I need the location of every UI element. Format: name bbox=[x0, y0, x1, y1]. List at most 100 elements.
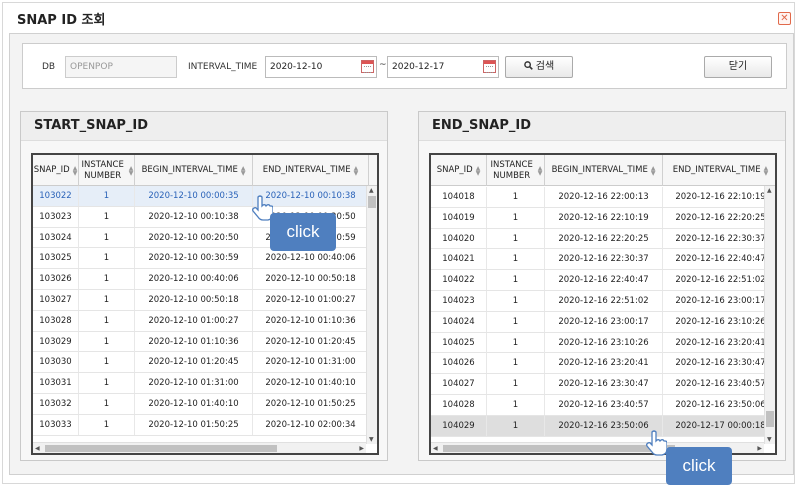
sort-icon[interactable]: ▲ ▼ bbox=[241, 165, 246, 176]
end-interval-time-cell: 2020-12-16 23:40:57 bbox=[663, 374, 775, 394]
table-row[interactable]: 104019 1 2020-12-16 22:10:19 2020-12-16 22:… bbox=[431, 207, 775, 229]
end-date-field[interactable]: 2020-12-17 bbox=[387, 56, 499, 78]
search-button-label: 검색 bbox=[535, 61, 555, 72]
scroll-left-icon[interactable]: ◀ bbox=[433, 445, 438, 452]
column-header[interactable]: BEGIN_INTERVAL_TIME ▲ ▼ bbox=[545, 155, 663, 186]
scroll-up-icon[interactable]: ▲ bbox=[767, 187, 772, 194]
table-row[interactable]: 104022 1 2020-12-16 22:40:47 2020-12-16 22:… bbox=[431, 270, 775, 291]
table-row[interactable]: 103032 1 2020-12-10 01:40:10 2020-12-10 01:… bbox=[33, 394, 369, 415]
scroll-right-icon[interactable]: ▶ bbox=[757, 445, 762, 452]
begin-interval-time-cell: 2020-12-16 22:10:19 bbox=[545, 207, 663, 228]
search-button[interactable]: 검색 bbox=[505, 56, 573, 78]
instance-number-cell: 1 bbox=[79, 186, 135, 206]
end-interval-time-cell: 2020-12-10 00:40:06 bbox=[253, 248, 369, 269]
end-interval-time-cell: 2020-12-10 01:40:10 bbox=[253, 373, 369, 394]
end-interval-time-cell: 2020-12-16 22:51:02 bbox=[663, 270, 775, 290]
grid-header: SNAP_ID ▲ ▼ INSTANCE NUMBER ▲ ▼ BEGIN_INTERVAL… bbox=[33, 155, 377, 186]
horizontal-scroll-thumb[interactable] bbox=[443, 445, 675, 452]
interval-time-label: INTERVAL_TIME bbox=[188, 62, 258, 72]
end-snap-panel: END_SNAP_ID SNAP_ID ▲ ▼ INSTANCE NUMBER ▲ ▼ BE… bbox=[418, 111, 786, 461]
instance-number-cell: 1 bbox=[79, 290, 135, 310]
table-row[interactable]: 104029 1 2020-12-16 23:50:06 2020-12-17 00:… bbox=[431, 415, 775, 437]
begin-interval-time-cell: 2020-12-10 01:10:36 bbox=[135, 331, 253, 352]
table-row[interactable]: 103028 1 2020-12-10 01:00:27 2020-12-10 01:… bbox=[33, 310, 369, 332]
column-header[interactable]: SNAP_ID ▲ ▼ bbox=[33, 155, 79, 186]
begin-interval-time-cell: 2020-12-10 01:40:10 bbox=[135, 394, 253, 414]
column-header[interactable]: INSTANCE NUMBER ▲ ▼ bbox=[79, 155, 135, 186]
table-row[interactable]: 103029 1 2020-12-10 01:10:36 2020-12-10 01:… bbox=[33, 331, 369, 353]
table-row[interactable]: 104020 1 2020-12-16 22:20:25 2020-12-16 22:… bbox=[431, 228, 775, 250]
table-row[interactable]: 104026 1 2020-12-16 23:20:41 2020-12-16 23:… bbox=[431, 353, 775, 375]
column-header[interactable]: END_INTERVAL_TIME ▲ ▼ bbox=[663, 155, 775, 186]
close-button[interactable]: 닫기 bbox=[704, 56, 772, 78]
sort-icon[interactable]: ▲ ▼ bbox=[354, 165, 359, 176]
begin-interval-time-cell: 2020-12-10 00:40:06 bbox=[135, 269, 253, 290]
end-interval-time-cell: 2020-12-10 01:50:25 bbox=[253, 394, 369, 414]
table-row[interactable]: 103026 1 2020-12-10 00:40:06 2020-12-10 00:… bbox=[33, 269, 369, 290]
table-row[interactable]: 103027 1 2020-12-10 00:50:18 2020-12-10 01:… bbox=[33, 290, 369, 311]
column-header[interactable]: BEGIN_INTERVAL_TIME ▲ ▼ bbox=[135, 155, 253, 186]
snap-id-cell: 104027 bbox=[431, 374, 487, 395]
scroll-down-icon[interactable]: ▼ bbox=[369, 436, 374, 443]
table-row[interactable]: 103033 1 2020-12-10 01:50:25 2020-12-10 02:… bbox=[33, 414, 369, 436]
vertical-scrollbar[interactable]: ▲ ▼ bbox=[764, 186, 775, 444]
horizontal-scroll-thumb[interactable] bbox=[45, 445, 277, 452]
table-row[interactable]: 104027 1 2020-12-16 23:30:47 2020-12-16 23:… bbox=[431, 374, 775, 395]
start-date-field[interactable]: 2020-12-10 bbox=[265, 56, 377, 78]
hand-pointer-icon bbox=[646, 430, 667, 456]
snap-id-dialog: SNAP ID 조회 ✕ DB OPENPOP INTERVAL_TIME 20… bbox=[2, 2, 795, 485]
table-row[interactable]: 104018 1 2020-12-16 22:00:13 2020-12-16 22:… bbox=[431, 187, 775, 208]
column-header-label: BEGIN_INTERVAL_TIME bbox=[141, 165, 238, 175]
calendar-icon[interactable] bbox=[483, 60, 496, 73]
end-interval-time-cell: 2020-12-16 22:10:19 bbox=[663, 187, 775, 207]
snap-id-cell: 104026 bbox=[431, 353, 487, 374]
calendar-icon[interactable] bbox=[361, 60, 374, 73]
scroll-left-icon[interactable]: ◀ bbox=[35, 445, 40, 452]
table-row[interactable]: 103022 1 2020-12-10 00:00:35 2020-12-10 00:… bbox=[33, 186, 369, 207]
scroll-right-icon[interactable]: ▶ bbox=[359, 445, 364, 452]
close-x-icon[interactable]: ✕ bbox=[778, 12, 791, 25]
table-row[interactable]: 104023 1 2020-12-16 22:51:02 2020-12-16 23:… bbox=[431, 291, 775, 312]
table-row[interactable]: 104025 1 2020-12-16 23:10:26 2020-12-16 23:… bbox=[431, 332, 775, 354]
snap-id-cell: 104021 bbox=[431, 249, 487, 270]
end-interval-time-cell: 2020-12-16 23:10:26 bbox=[663, 312, 775, 332]
column-header[interactable]: INSTANCE NUMBER ▲ ▼ bbox=[487, 155, 545, 186]
vertical-scroll-thumb[interactable] bbox=[368, 196, 376, 208]
begin-interval-time-cell: 2020-12-10 01:50:25 bbox=[135, 414, 253, 435]
table-row[interactable]: 104021 1 2020-12-16 22:30:37 2020-12-16 22:… bbox=[431, 249, 775, 271]
vertical-scrollbar[interactable]: ▲ ▼ bbox=[366, 186, 377, 444]
instance-number-cell: 1 bbox=[487, 311, 545, 332]
column-header[interactable]: SNAP_ID ▲ ▼ bbox=[431, 155, 487, 186]
table-row[interactable]: 103030 1 2020-12-10 01:20:45 2020-12-10 01:… bbox=[33, 352, 369, 374]
instance-number-cell: 1 bbox=[487, 353, 545, 374]
scroll-up-icon[interactable]: ▲ bbox=[369, 187, 374, 194]
sort-icon[interactable]: ▲ ▼ bbox=[129, 165, 134, 176]
sort-icon[interactable]: ▲ ▼ bbox=[651, 165, 656, 176]
begin-interval-time-cell: 2020-12-10 01:31:00 bbox=[135, 373, 253, 394]
table-row[interactable]: 103025 1 2020-12-10 00:30:59 2020-12-10 00:… bbox=[33, 248, 369, 270]
begin-interval-time-cell: 2020-12-10 01:20:45 bbox=[135, 352, 253, 373]
vertical-scroll-thumb[interactable] bbox=[766, 411, 774, 427]
snap-id-cell: 103032 bbox=[33, 394, 79, 414]
table-row[interactable]: 104024 1 2020-12-16 23:00:17 2020-12-16 23:… bbox=[431, 311, 775, 333]
sort-icon[interactable]: ▲ ▼ bbox=[476, 165, 481, 176]
horizontal-scrollbar[interactable]: ◀ ▶ bbox=[33, 442, 366, 453]
sort-icon[interactable]: ▲ ▼ bbox=[73, 165, 78, 176]
snap-id-cell: 103030 bbox=[33, 352, 79, 373]
column-header-label: SNAP_ID bbox=[436, 165, 473, 175]
filter-bar: DB OPENPOP INTERVAL_TIME 2020-12-10 ~ 20… bbox=[22, 43, 787, 89]
instance-number-cell: 1 bbox=[79, 373, 135, 394]
begin-interval-time-cell: 2020-12-16 22:30:37 bbox=[545, 249, 663, 270]
click-callout-end: click bbox=[666, 447, 732, 485]
table-row[interactable]: 103031 1 2020-12-10 01:31:00 2020-12-10 01:… bbox=[33, 373, 369, 394]
table-row[interactable]: 104028 1 2020-12-16 23:40:57 2020-12-16 23:… bbox=[431, 395, 775, 416]
scroll-down-icon[interactable]: ▼ bbox=[767, 436, 772, 443]
instance-number-cell: 1 bbox=[79, 310, 135, 331]
sort-icon[interactable]: ▲ ▼ bbox=[764, 165, 769, 176]
column-header[interactable]: END_INTERVAL_TIME ▲ ▼ bbox=[253, 155, 369, 186]
sort-icon[interactable]: ▲ ▼ bbox=[538, 165, 543, 176]
begin-interval-time-cell: 2020-12-16 23:20:41 bbox=[545, 353, 663, 374]
end-interval-time-cell: 2020-12-16 22:40:47 bbox=[663, 249, 775, 269]
snap-id-cell: 103031 bbox=[33, 373, 79, 394]
snap-id-cell: 103027 bbox=[33, 290, 79, 310]
